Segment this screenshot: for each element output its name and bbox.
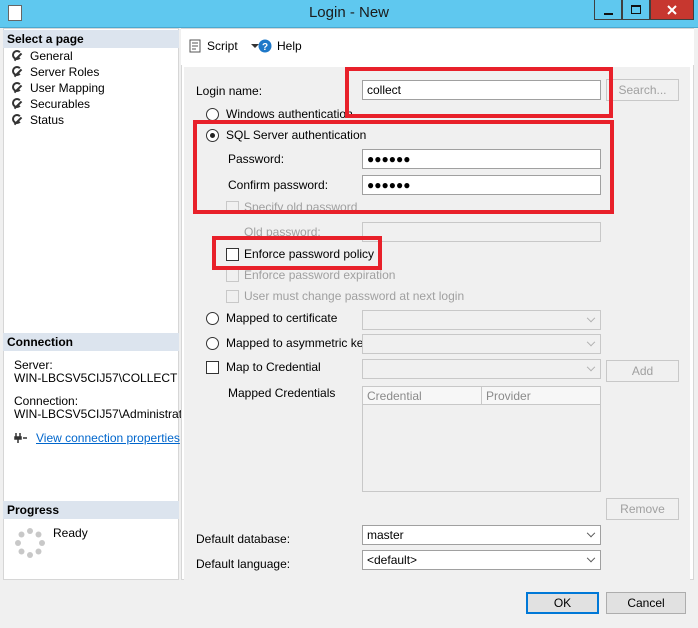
view-connection-link[interactable]: View connection properties	[36, 431, 180, 445]
progress-header: Progress	[3, 501, 179, 519]
chevron-down-icon	[586, 553, 596, 563]
search-button[interactable]: Search...	[606, 79, 679, 101]
chevron-down-icon	[586, 528, 596, 538]
highlight-enforce-policy	[212, 236, 382, 270]
maximize-button[interactable]	[622, 0, 650, 20]
close-button[interactable]	[650, 0, 694, 20]
page-label: User Mapping	[30, 81, 105, 95]
minimize-icon	[603, 12, 613, 15]
script-label: Script	[207, 39, 238, 53]
help-icon: ?	[258, 39, 272, 53]
mapped-asymmetric-label: Mapped to asymmetric key	[226, 336, 370, 350]
mapped-certificate-label: Mapped to certificate	[226, 311, 338, 325]
page-general[interactable]: General	[12, 48, 73, 64]
login-name-label: Login name:	[196, 84, 263, 98]
enforce-expiration-checkbox[interactable]	[226, 269, 239, 282]
mapped-certificate-radio[interactable]	[206, 312, 219, 325]
view-connection-properties[interactable]: View connection properties	[14, 431, 180, 445]
script-icon	[189, 39, 201, 53]
page-status[interactable]: Status	[12, 112, 64, 128]
script-button[interactable]: Script	[188, 39, 260, 53]
column-header-credential[interactable]: Credential	[363, 387, 482, 405]
remove-button[interactable]: Remove	[606, 498, 679, 520]
svg-text:?: ?	[262, 42, 268, 53]
toolbar: Script ? Help	[181, 29, 694, 65]
highlight-sql-auth	[193, 120, 614, 214]
wrench-icon	[12, 82, 24, 94]
chevron-down-icon	[586, 337, 596, 347]
maximize-icon	[631, 5, 641, 14]
must-change-label: User must change password at next login	[244, 289, 465, 303]
server-value: WIN-LBCSV5CIJ57\COLLECT	[14, 371, 178, 385]
help-button[interactable]: ? Help	[258, 39, 302, 53]
old-password-input[interactable]	[362, 222, 601, 242]
default-database-value: master	[367, 528, 404, 542]
select-page-header: Select a page	[3, 30, 179, 48]
connection-value: WIN-LBCSV5CIJ57\Administrator	[14, 407, 193, 421]
page-label: General	[30, 49, 73, 63]
enforce-expiration-label: Enforce password expiration	[244, 268, 396, 282]
page-label: Server Roles	[30, 65, 100, 79]
minimize-button[interactable]	[594, 0, 622, 20]
add-button[interactable]: Add	[606, 360, 679, 382]
credentials-grid[interactable]: Credential Provider	[362, 386, 601, 492]
cancel-button[interactable]: Cancel	[606, 592, 686, 614]
page-user-mapping[interactable]: User Mapping	[12, 80, 105, 96]
highlight-login-name	[345, 67, 613, 118]
default-language-select[interactable]: <default>	[362, 550, 601, 570]
page-securables[interactable]: Securables	[12, 96, 90, 112]
default-database-label: Default database:	[196, 532, 291, 546]
default-language-label: Default language:	[196, 557, 291, 571]
credential-select[interactable]	[362, 359, 601, 379]
wrench-icon	[12, 114, 24, 126]
page-label: Status	[30, 113, 65, 127]
wrench-icon	[12, 66, 24, 78]
map-credential-label: Map to Credential	[226, 360, 321, 374]
wrench-icon	[12, 98, 24, 110]
chevron-down-icon	[586, 313, 596, 323]
progress-spinner-icon	[15, 528, 45, 558]
page-server-roles[interactable]: Server Roles	[12, 64, 99, 80]
column-header-provider[interactable]: Provider	[482, 387, 600, 405]
connection-header: Connection	[3, 333, 179, 351]
default-language-value: <default>	[367, 553, 418, 567]
progress-status: Ready	[53, 526, 88, 540]
chevron-down-icon	[586, 362, 596, 372]
wrench-icon	[12, 50, 24, 62]
must-change-checkbox[interactable]	[226, 290, 239, 303]
map-credential-checkbox[interactable]	[206, 361, 219, 374]
windows-auth-label: Windows authentication	[226, 107, 353, 121]
certificate-select[interactable]	[362, 310, 601, 330]
help-label: Help	[277, 39, 302, 53]
mapped-asymmetric-radio[interactable]	[206, 337, 219, 350]
asymmetric-key-select[interactable]	[362, 334, 601, 354]
title-bar: Login - New	[0, 0, 698, 28]
mapped-credentials-label: Mapped Credentials	[228, 386, 336, 400]
default-database-select[interactable]: master	[362, 525, 601, 545]
ok-button[interactable]: OK	[526, 592, 599, 614]
close-icon	[667, 4, 677, 15]
page-label: Securables	[30, 97, 91, 111]
plug-icon	[14, 433, 27, 443]
